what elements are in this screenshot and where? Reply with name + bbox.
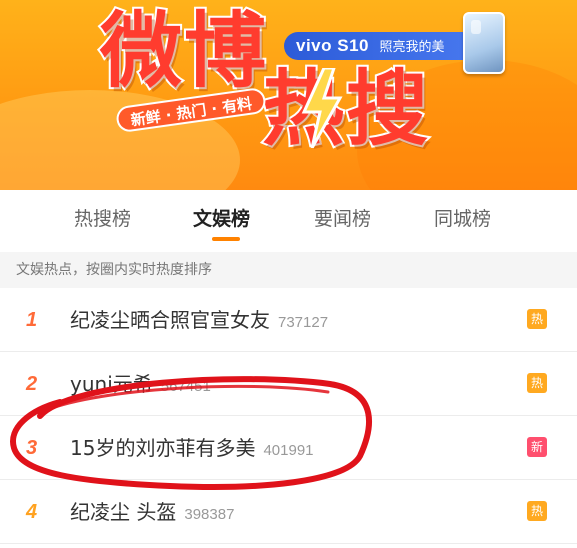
list-item[interactable]: 4 纪凌尘 头盔 398387 热 [0,480,577,544]
banner-title-hot-search: 热搜 [260,60,431,159]
list-item[interactable]: 3 15岁的刘亦菲有多美 401991 新 [0,416,577,480]
topic-text: 纪凌尘 头盔 398387 [70,480,234,544]
topic-text: 纪凌尘晒合照官宣女友 737127 [70,288,328,352]
hot-badge: 热 [527,373,547,393]
phone-image [463,12,505,74]
sponsor-brand: vivo S10 [296,36,369,55]
lightning-bolt-icon [301,68,343,148]
tab-entertainment[interactable]: 文娱榜 [193,204,250,234]
topic-title: yuni元希 [70,372,153,396]
rank-number: 1 [26,309,38,331]
tab-local[interactable]: 同城榜 [434,204,491,234]
list-item[interactable]: 1 纪凌尘晒合照官宣女友 737127 热 [0,288,577,352]
hot-search-list: 1 纪凌尘晒合照官宣女友 737127 热 2 yuni元希 567451 热 3 … [0,288,577,544]
topic-text: 15岁的刘亦菲有多美 401991 [70,416,314,480]
hot-search-banner: 微博 热搜 新鲜 · 热门 · 有料 vivo S10 照亮我的美 [0,0,577,190]
topic-title: 15岁的刘亦菲有多美 [70,436,256,460]
heat-value: 567451 [160,378,211,395]
hot-badge: 热 [527,309,547,329]
banner-title-weibo: 微博 [98,2,269,101]
info-bar: 文娱热点，按圈内实时热度排序 [0,252,577,288]
topic-title: 纪凌尘晒合照官宣女友 [70,308,270,332]
tab-hot-search[interactable]: 热搜榜 [74,204,131,234]
topic-title: 纪凌尘 头盔 [70,500,177,524]
heat-value: 401991 [263,442,314,459]
rank-number: 3 [26,437,38,459]
topic-text: yuni元希 567451 [70,352,211,416]
list-item[interactable]: 2 yuni元希 567451 热 [0,352,577,416]
active-tab-indicator [212,237,240,241]
new-badge: 新 [527,437,547,457]
sponsor-tagline: 照亮我的美 [379,39,445,54]
rank-number: 2 [26,373,38,395]
heat-value: 737127 [278,314,329,331]
rank-number: 4 [26,501,38,523]
tab-news[interactable]: 要闻榜 [314,204,371,234]
hot-badge: 热 [527,501,547,521]
heat-value: 398387 [184,506,235,523]
ranking-tabs: 热搜榜 文娱榜 要闻榜 同城榜 [0,190,577,248]
